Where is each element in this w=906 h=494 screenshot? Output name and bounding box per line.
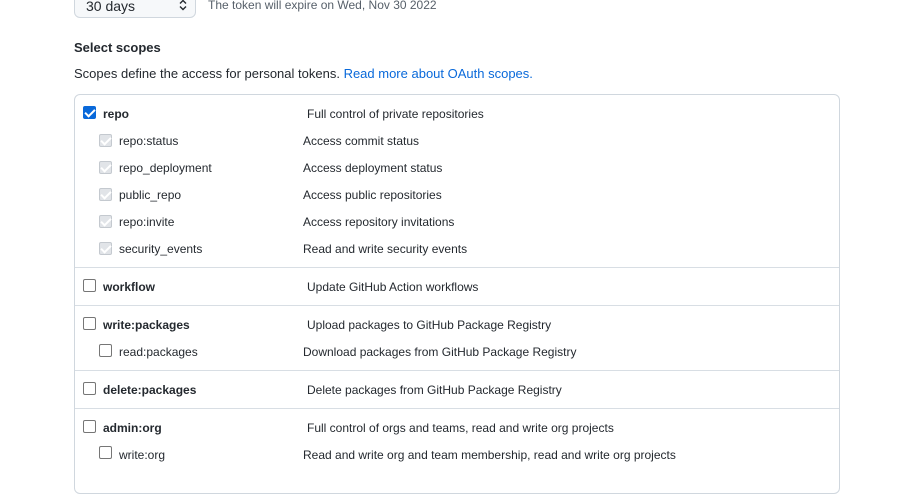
scope-label-workflow: workflow	[103, 280, 156, 294]
scope-label-admin-org: admin:org	[103, 421, 162, 435]
write-packages-checkbox[interactable]	[83, 317, 96, 330]
scope-label-repo-status: repo:status	[119, 134, 179, 148]
admin-org-checkbox[interactable]	[83, 420, 96, 433]
scopes-description: Scopes define the access for personal to…	[74, 66, 533, 81]
scope-label-repo-deployment: repo_deployment	[119, 161, 212, 175]
scope-desc-repo-status: Access commit status	[303, 134, 420, 148]
select-arrows-icon	[179, 0, 187, 11]
expiration-select[interactable]: 30 days	[74, 0, 196, 18]
scope-desc-security-events: Read and write security events	[303, 242, 468, 256]
scope-divider	[75, 305, 839, 306]
scope-label-repo: repo	[103, 107, 130, 121]
repo-invite-checkbox[interactable]	[99, 215, 112, 228]
expiration-note: The token will expire on Wed, Nov 30 202…	[208, 0, 437, 12]
scope-desc-repo-invite: Access repository invitations	[303, 215, 455, 229]
scope-desc-delete-packages: Delete packages from GitHub Package Regi…	[307, 383, 562, 397]
expiration-select-value: 30 days	[86, 0, 136, 14]
read-packages-checkbox[interactable]	[99, 344, 112, 357]
scope-divider	[75, 267, 839, 268]
delete-packages-checkbox[interactable]	[83, 382, 96, 395]
repo-checkbox[interactable]	[83, 106, 96, 119]
scope-label-delete-packages: delete:packages	[103, 383, 197, 397]
repo-deployment-checkbox[interactable]	[99, 161, 112, 174]
security-events-checkbox[interactable]	[99, 242, 112, 255]
public-repo-checkbox[interactable]	[99, 188, 112, 201]
scope-desc-admin-org: Full control of orgs and teams, read and…	[307, 421, 614, 435]
scope-label-write-packages: write:packages	[103, 318, 190, 332]
write-org-checkbox[interactable]	[99, 446, 112, 459]
scopes-description-text: Scopes define the access for personal to…	[74, 66, 340, 81]
scope-desc-public-repo: Access public repositories	[303, 188, 442, 202]
scope-label-security-events: security_events	[119, 242, 203, 256]
scope-label-repo-invite: repo:invite	[119, 215, 175, 229]
scope-divider	[75, 370, 839, 371]
scope-divider	[75, 408, 839, 409]
scope-desc-read-packages: Download packages from GitHub Package Re…	[303, 345, 577, 359]
scope-desc-repo: Full control of private repositories	[307, 107, 484, 121]
scope-label-read-packages: read:packages	[119, 345, 198, 359]
scope-desc-workflow: Update GitHub Action workflows	[307, 280, 479, 294]
oauth-scopes-link[interactable]: Read more about OAuth scopes.	[344, 66, 533, 81]
workflow-checkbox[interactable]	[83, 279, 96, 292]
scope-desc-write-packages: Upload packages to GitHub Package Regist…	[307, 318, 552, 332]
scope-label-public-repo: public_repo	[119, 188, 182, 202]
select-scopes-heading: Select scopes	[74, 40, 161, 55]
repo-status-checkbox[interactable]	[99, 134, 112, 147]
scope-desc-repo-deployment: Access deployment status	[303, 161, 443, 175]
